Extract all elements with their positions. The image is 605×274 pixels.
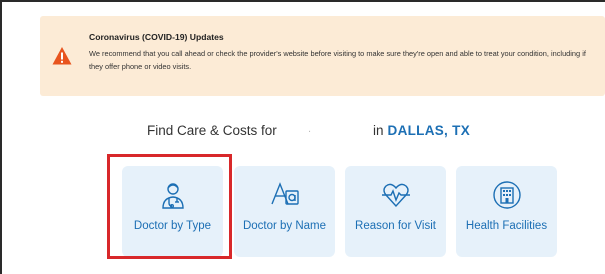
alert-message: We recommend that you call ahead or chec… — [89, 49, 586, 71]
tile-label: Reason for Visit — [355, 220, 436, 232]
find-care-label: Find Care & Costs for — [147, 123, 277, 138]
tile-label: Doctor by Type — [133, 220, 212, 232]
health-facilities-tile[interactable]: Health Facilities — [456, 166, 557, 257]
find-care-heading: Find Care & Costs for . in DALLAS, TX — [0, 120, 605, 144]
reason-for-visit-tile[interactable]: Reason for Visit — [345, 166, 446, 257]
covid-alert-banner: Coronavirus (COVID-19) Updates We recomm… — [40, 16, 605, 96]
doctor-icon — [161, 183, 184, 209]
location-line: in DALLAS, TX — [373, 123, 470, 138]
warning-icon — [52, 47, 72, 65]
location-link[interactable]: DALLAS, TX — [388, 123, 471, 138]
heartbeat-icon — [381, 183, 410, 208]
doctor-by-name-tile[interactable]: Doctor by Name — [234, 166, 335, 257]
hospital-icon — [492, 181, 521, 209]
tile-label: Health Facilities — [465, 220, 548, 232]
tile-label: Doctor by Name — [242, 220, 327, 232]
name-search-icon — [270, 182, 299, 205]
in-label: in — [373, 123, 384, 138]
alert-title: Coronavirus (COVID-19) Updates — [89, 32, 224, 42]
care-type-selector[interactable]: . — [308, 123, 311, 135]
doctor-by-type-tile[interactable]: Doctor by Type — [122, 166, 223, 257]
